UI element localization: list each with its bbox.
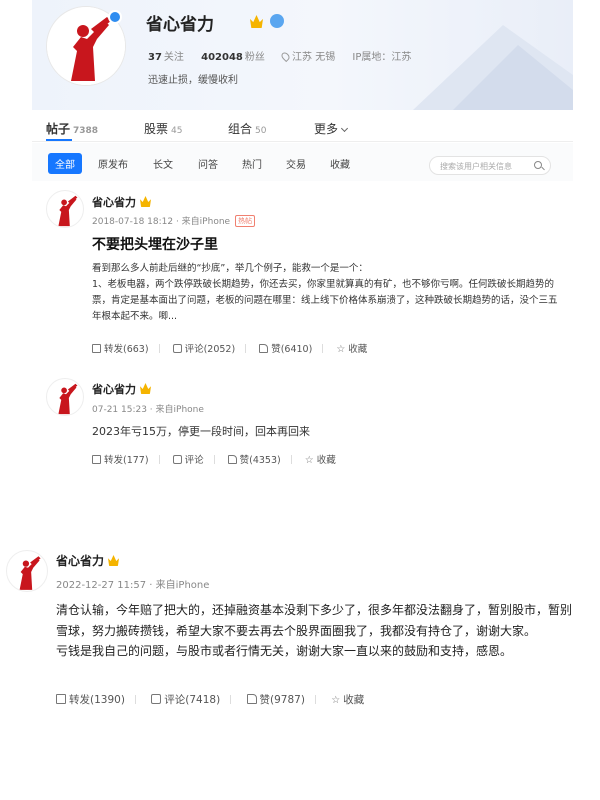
- post-body: 看到那么多人前赴后继的“抄底”，举几个例子，能救一个是一个： 1、老板电器，两个…: [92, 263, 558, 322]
- post-body: 2023年亏15万，停更一段时间，回本再回来: [92, 425, 310, 438]
- post-username[interactable]: 省心省力: [92, 194, 151, 210]
- profile-header: 省心省力 37 关注 402048 粉丝 江苏 无锡 IP属地：江苏 迅速止损，缓慢…: [32, 0, 573, 110]
- post-actions: 转发(177) 评论 赞(4353) ☆ 收藏: [92, 452, 346, 466]
- post-meta: 07-21 15:23 · 来自iPhone: [92, 405, 204, 415]
- location-text: 江苏 无锡: [292, 52, 336, 63]
- like-button[interactable]: 赞(9787): [246, 692, 316, 707]
- post-body: 清仓认输，今年赔了把大的，还掉融资基本没剩下多少了，很多年都没法翻身了，暂别股市…: [56, 603, 573, 658]
- trumpet-figure-icon: [19, 556, 41, 590]
- search-icon[interactable]: [534, 161, 542, 169]
- avatar[interactable]: [46, 378, 84, 416]
- post-actions: 转发(1390) 评论(7418) 赞(9787) ☆ 收藏: [56, 692, 376, 707]
- comment-button[interactable]: 评论(7418): [151, 692, 232, 707]
- favorite-button[interactable]: ☆ 收藏: [336, 341, 367, 355]
- favorite-button[interactable]: ☆ 收藏: [305, 452, 336, 466]
- repost-button[interactable]: 转发(177): [92, 452, 160, 466]
- thumbs-up-icon: [246, 694, 257, 704]
- thumbs-up-icon: [259, 344, 269, 353]
- hot-post-badge: 热帖: [235, 215, 256, 227]
- comment-icon: [172, 344, 182, 353]
- verified-icon: [108, 10, 122, 24]
- crown-icon: [108, 555, 120, 566]
- crown-icon: [140, 196, 151, 207]
- filter-bar: 全部 原发布 长文 问答 热门 交易 收藏 搜索该用户相关信息: [32, 143, 573, 181]
- search-placeholder: 搜索该用户相关信息: [440, 162, 512, 171]
- favorite-button[interactable]: ☆ 收藏: [331, 692, 364, 707]
- post-actions: 转发(663) 评论(2052) 赞(6410) ☆ 收藏: [92, 341, 377, 355]
- fans-count: 402048: [201, 52, 243, 63]
- trumpet-figure-icon: [58, 383, 78, 415]
- filter-qa[interactable]: 问答: [198, 156, 218, 171]
- post-meta: 2018-07-18 18:12 · 来自iPhone 热帖: [92, 214, 256, 227]
- active-tab-indicator: [46, 139, 72, 141]
- mountain-background: [413, 25, 573, 110]
- filter-favorites[interactable]: 收藏: [330, 156, 350, 171]
- comment-icon: [172, 455, 182, 464]
- profile-name: 省心省力: [146, 15, 214, 35]
- tab-stocks[interactable]: 股票 45: [144, 120, 182, 137]
- location-icon: [279, 50, 292, 63]
- comment-icon: [151, 694, 162, 704]
- filter-original[interactable]: 原发布: [98, 156, 128, 171]
- tab-posts[interactable]: 帖子 7388: [46, 120, 98, 137]
- repost-icon: [56, 694, 66, 704]
- trumpet-figure-icon: [58, 195, 78, 227]
- follow-label[interactable]: 关注: [164, 52, 184, 63]
- filter-long[interactable]: 长文: [153, 156, 173, 171]
- search-input[interactable]: 搜索该用户相关信息: [429, 156, 551, 175]
- post-meta: 2022-12-27 11:57 · 来自iPhone: [56, 580, 210, 591]
- fans-label[interactable]: 粉丝: [245, 52, 265, 63]
- like-button[interactable]: 赞(6410): [259, 341, 324, 355]
- filter-trade[interactable]: 交易: [286, 156, 306, 171]
- profile-tabs: 帖子 7388 股票 45 组合 50 更多: [32, 110, 573, 142]
- ip-location: IP属地：江苏: [352, 52, 412, 63]
- follow-count: 37: [148, 52, 162, 63]
- star-icon: ☆: [304, 455, 314, 466]
- star-icon: ☆: [331, 695, 341, 706]
- profile-stats: 37 关注 402048 粉丝 江苏 无锡 IP属地：江苏: [148, 48, 411, 63]
- tab-more[interactable]: 更多: [314, 120, 349, 137]
- crown-icon: [250, 15, 263, 28]
- comment-button[interactable]: 评论(2052): [172, 341, 247, 355]
- tab-portfolios[interactable]: 组合 50: [228, 120, 266, 137]
- crown-icon: [140, 383, 151, 394]
- repost-icon: [92, 344, 101, 353]
- post-username[interactable]: 省心省力: [92, 381, 151, 397]
- profile-bio: 迅速止损，缓慢收利: [148, 75, 238, 86]
- repost-button[interactable]: 转发(1390): [56, 692, 136, 707]
- post-card: 省心省力 2022-12-27 11:57 · 来自iPhone 清仓认输，今年…: [0, 532, 600, 722]
- comment-button[interactable]: 评论: [172, 452, 215, 466]
- star-icon: ☆: [336, 344, 346, 355]
- filter-hot[interactable]: 热门: [242, 156, 262, 171]
- thumbs-up-icon: [227, 455, 237, 464]
- post-username[interactable]: 省心省力: [56, 552, 120, 569]
- repost-icon: [92, 455, 101, 464]
- like-button[interactable]: 赞(4353): [227, 452, 292, 466]
- filter-all[interactable]: 全部: [48, 153, 82, 174]
- avatar[interactable]: [46, 190, 84, 228]
- post-title[interactable]: 不要把头埋在沙子里: [92, 234, 218, 254]
- chevron-down-icon: [340, 124, 349, 133]
- profile-page: 省心省力 37 关注 402048 粉丝 江苏 无锡 IP属地：江苏 迅速止损，缓慢…: [32, 0, 573, 470]
- avatar[interactable]: [6, 550, 48, 592]
- post-card: 省心省力 2018-07-18 18:12 · 来自iPhone 热帖 不要把头埋…: [32, 181, 573, 366]
- repost-button[interactable]: 转发(663): [92, 341, 160, 355]
- post-card: 省心省力 07-21 15:23 · 来自iPhone 2023年亏15万，停更…: [32, 372, 573, 470]
- v-badge-icon: [270, 14, 284, 28]
